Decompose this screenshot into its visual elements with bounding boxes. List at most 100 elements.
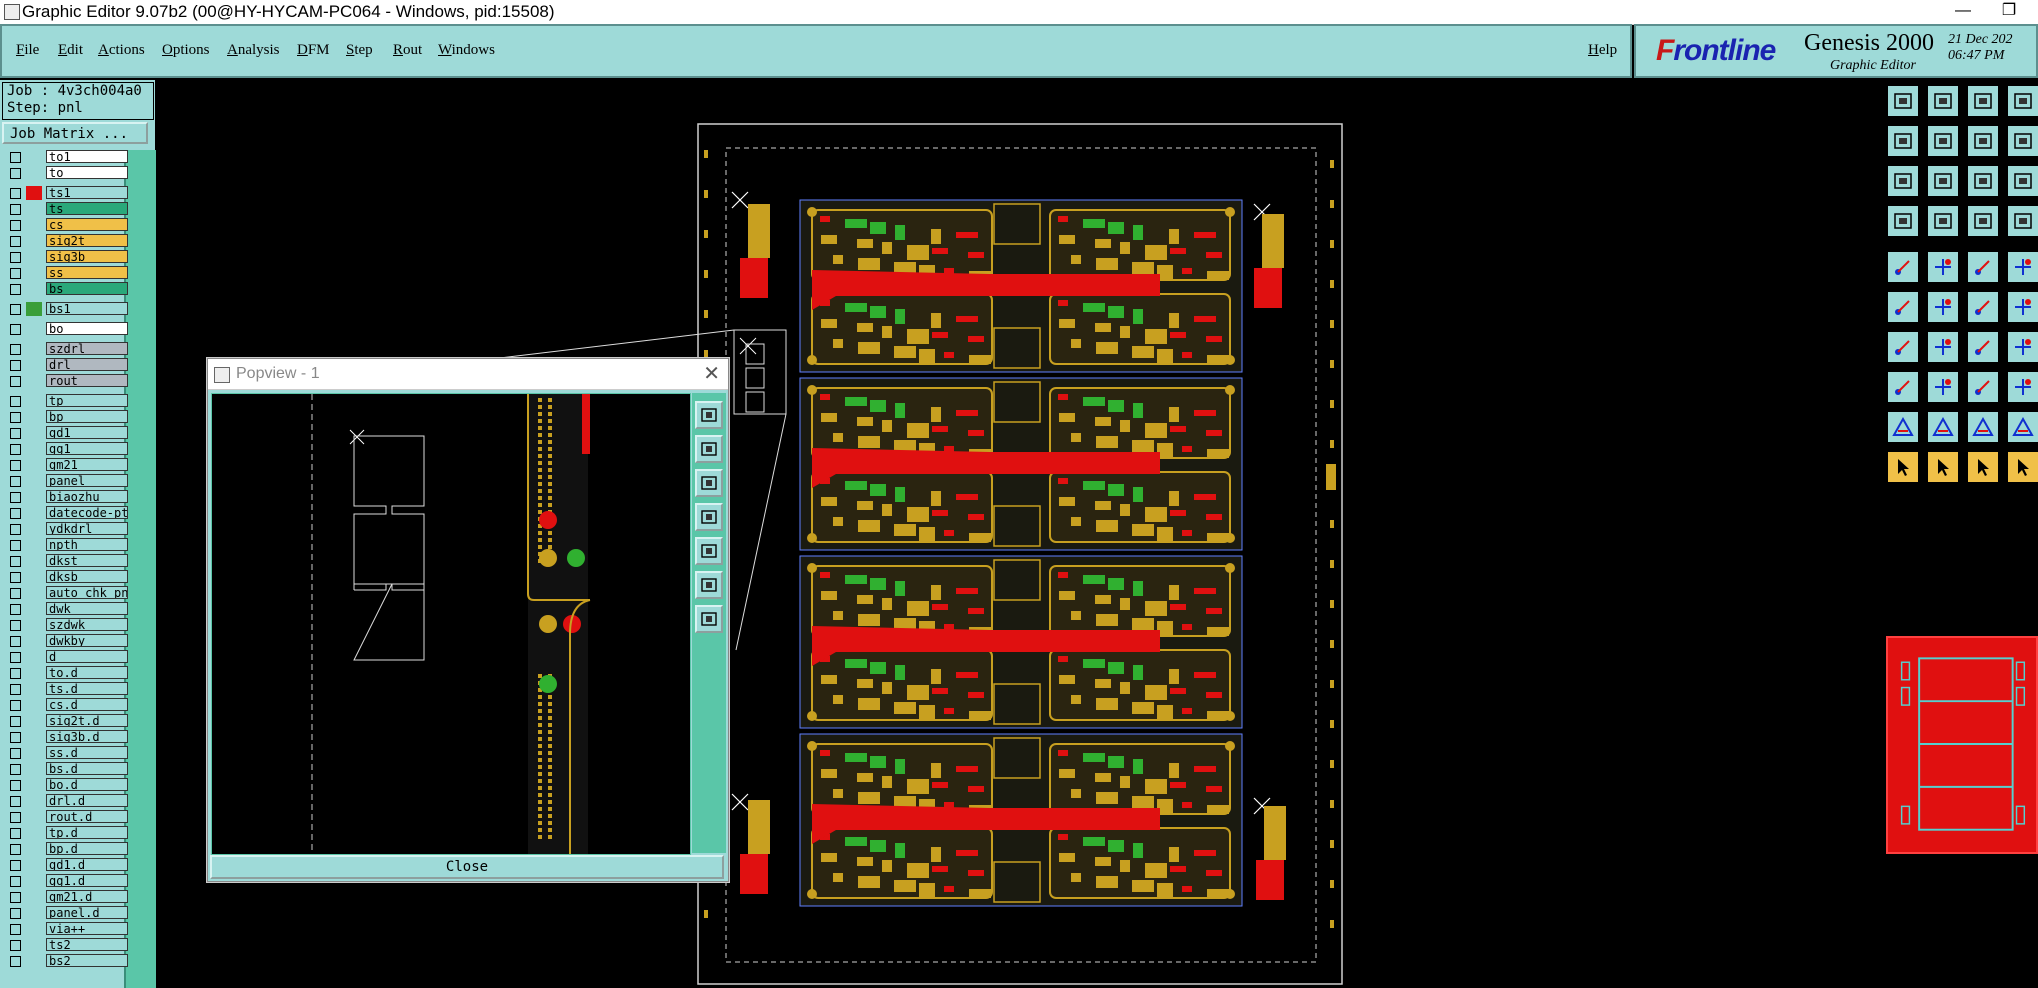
layer-name[interactable]: gg1.d <box>46 874 128 887</box>
layer-name[interactable]: rout.d <box>46 810 128 823</box>
layer-name[interactable]: szdwk <box>46 618 128 631</box>
layer-color-swatch[interactable] <box>26 634 42 648</box>
layer-name[interactable]: panel.d <box>46 906 128 919</box>
layer-color-swatch[interactable] <box>26 374 42 388</box>
layer-name[interactable]: tp <box>46 394 128 407</box>
layer-row-to[interactable]: to <box>6 166 128 180</box>
layer-color-swatch[interactable] <box>26 522 42 536</box>
layer-color-swatch[interactable] <box>26 618 42 632</box>
pad-button[interactable] <box>1886 250 1920 284</box>
layer-color-swatch[interactable] <box>26 810 42 824</box>
layer-row-dksb[interactable]: dksb <box>6 570 128 584</box>
layer-checkbox[interactable] <box>10 540 21 551</box>
layer-checkbox[interactable] <box>10 204 21 215</box>
layer-color-swatch[interactable] <box>26 762 42 776</box>
layer-checkbox[interactable] <box>10 828 21 839</box>
layer-color-swatch[interactable] <box>26 682 42 696</box>
layer-name[interactable]: to.d <box>46 666 128 679</box>
layer-color-swatch[interactable] <box>26 394 42 408</box>
layer-name[interactable]: bo.d <box>46 778 128 791</box>
layer-row-drl.d[interactable]: drl.d <box>6 794 128 808</box>
layer-checkbox[interactable] <box>10 360 21 371</box>
zoom-home-button[interactable] <box>1926 164 1960 198</box>
layer-checkbox[interactable] <box>10 556 21 567</box>
layer-row-ss.d[interactable]: ss.d <box>6 746 128 760</box>
layer-name[interactable]: bs1 <box>46 302 128 315</box>
layer-name[interactable]: dksb <box>46 570 128 583</box>
layer-color-swatch[interactable] <box>26 954 42 968</box>
layer-color-swatch[interactable] <box>26 490 42 504</box>
zoom-fit-button[interactable] <box>695 571 723 599</box>
menu-file[interactable]: File <box>16 42 39 59</box>
layer-name[interactable]: bp <box>46 410 128 423</box>
menu-dfm[interactable]: DFM <box>297 42 330 59</box>
dot-button[interactable] <box>2006 250 2038 284</box>
layer-name[interactable]: ss.d <box>46 746 128 759</box>
layer-row-gm21.d[interactable]: gm21.d <box>6 890 128 904</box>
layer-row-gg1.d[interactable]: gg1.d <box>6 874 128 888</box>
layer-name[interactable]: to1 <box>46 150 128 163</box>
layer-checkbox[interactable] <box>10 376 21 387</box>
layer-color-swatch[interactable] <box>26 586 42 600</box>
menu-rout[interactable]: Rout <box>393 42 422 59</box>
layer-checkbox[interactable] <box>10 956 21 967</box>
layer-row-bs2[interactable]: bs2 <box>6 954 128 968</box>
pan-button[interactable] <box>695 401 723 429</box>
layer-checkbox[interactable] <box>10 396 21 407</box>
popview-canvas[interactable] <box>211 393 691 855</box>
layer-row-sig3b.d[interactable]: sig3b.d <box>6 730 128 744</box>
layer-name[interactable]: bs2 <box>46 954 128 967</box>
layer-name[interactable]: panel <box>46 474 128 487</box>
layer-color-swatch[interactable] <box>26 458 42 472</box>
layer-name[interactable]: gm21 <box>46 458 128 471</box>
layer-name[interactable]: ts2 <box>46 938 128 951</box>
grid-button[interactable] <box>1926 204 1960 238</box>
layer-checkbox[interactable] <box>10 428 21 439</box>
layer-checkbox[interactable] <box>10 236 21 247</box>
frame-button[interactable] <box>1966 370 2000 404</box>
layer-checkbox[interactable] <box>10 168 21 179</box>
select-all-button[interactable] <box>2006 450 2038 484</box>
layer-name[interactable]: via++ <box>46 922 128 935</box>
layer-checkbox[interactable] <box>10 860 21 871</box>
layer-name[interactable]: bo <box>46 322 128 335</box>
multi-window-button[interactable] <box>2006 124 2038 158</box>
layer-name[interactable]: dwk <box>46 602 128 615</box>
layer-checkbox[interactable] <box>10 304 21 315</box>
layer-color-swatch[interactable] <box>26 874 42 888</box>
layer-checkbox[interactable] <box>10 700 21 711</box>
line-button[interactable] <box>1886 330 1920 364</box>
layer-name[interactable]: bs.d <box>46 762 128 775</box>
menu-help[interactable]: Help <box>1588 42 1617 59</box>
menu-edit[interactable]: Edit <box>58 42 83 59</box>
layer-checkbox[interactable] <box>10 476 21 487</box>
layer-row-datecode-pte[interactable]: datecode-pte <box>6 506 128 520</box>
zoom-out-button[interactable] <box>695 469 723 497</box>
layer-row-sig2t[interactable]: sig2t <box>6 234 128 248</box>
restore-button[interactable]: ❐ <box>1986 0 2032 24</box>
zoom-prev-button[interactable] <box>695 503 723 531</box>
layer-row-ydkdrl[interactable]: ydkdrl <box>6 522 128 536</box>
layer-checkbox[interactable] <box>10 508 21 519</box>
layer-color-swatch[interactable] <box>26 554 42 568</box>
layer-color-swatch[interactable] <box>26 166 42 180</box>
layer-checkbox[interactable] <box>10 188 21 199</box>
window-button[interactable] <box>2006 84 2038 118</box>
layer-row-via++[interactable]: via++ <box>6 922 128 936</box>
layer-color-swatch[interactable] <box>26 302 42 316</box>
layer-checkbox[interactable] <box>10 444 21 455</box>
save-button[interactable] <box>1886 84 1920 118</box>
layer-checkbox[interactable] <box>10 716 21 727</box>
layer-checkbox[interactable] <box>10 324 21 335</box>
group-button[interactable] <box>2006 370 2038 404</box>
layer-color-swatch[interactable] <box>26 538 42 552</box>
layer-name[interactable]: to <box>46 166 128 179</box>
menu-windows[interactable]: Windows <box>438 42 495 59</box>
print-button[interactable] <box>1926 84 1960 118</box>
layer-color-swatch[interactable] <box>26 746 42 760</box>
forward-button[interactable] <box>1926 124 1960 158</box>
layer-name[interactable]: datecode-pte <box>46 506 128 519</box>
polygon-button[interactable] <box>1926 250 1960 284</box>
layer-name[interactable]: szdrl <box>46 342 128 355</box>
layer-row-npth[interactable]: npth <box>6 538 128 552</box>
